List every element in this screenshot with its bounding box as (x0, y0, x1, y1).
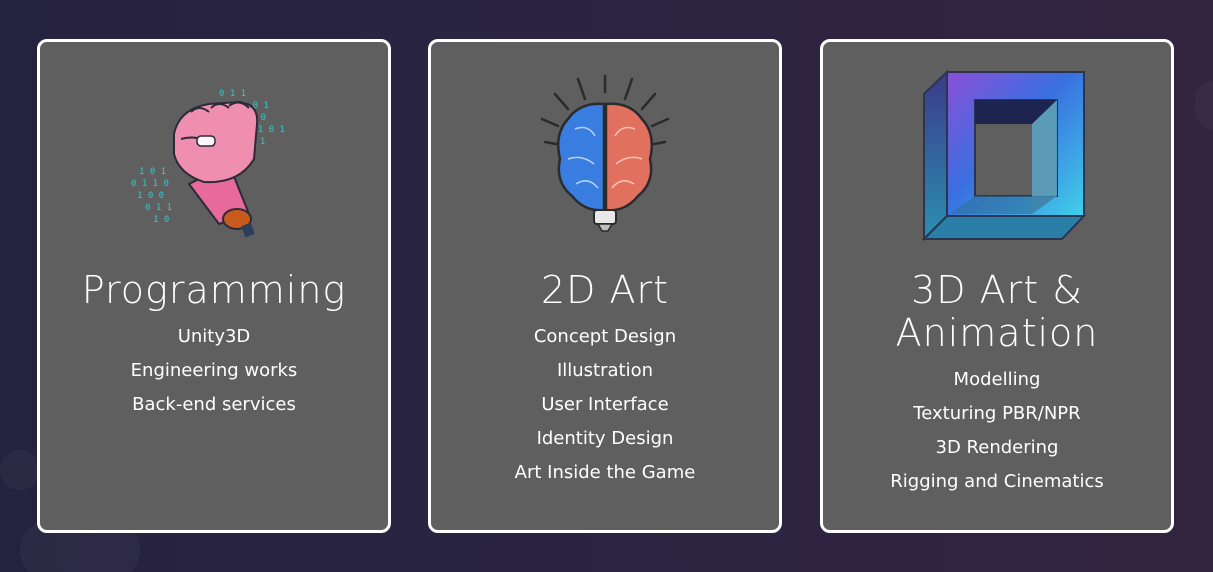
list-item: Back-end services (132, 394, 296, 415)
list-item: Engineering works (130, 360, 298, 381)
list-item: Illustration (556, 360, 654, 381)
background-shape (1195, 80, 1213, 130)
list-item: Concept Design (533, 326, 677, 347)
service-card-programming: 0 1 1 1 0 0 1 0 1 0 1 1 0 1 0 1 1 0 1 0 … (37, 39, 391, 533)
list-item: Texturing PBR/NPR (913, 403, 1081, 424)
svg-text:1 0: 1 0 (153, 215, 169, 225)
svg-text:0 1 1 0: 0 1 1 0 (131, 179, 169, 189)
list-item: User Interface (541, 394, 669, 415)
list-item: Art Inside the Game (514, 462, 696, 483)
list-item: Identity Design (536, 428, 674, 449)
list-item: Unity3D (177, 326, 251, 347)
fist-binary-code-icon: 0 1 1 1 0 0 1 0 1 0 1 1 0 1 0 1 1 0 1 0 … (119, 64, 309, 244)
service-list: Unity3D Engineering works Back-end servi… (131, 320, 298, 422)
background-shape (0, 450, 40, 490)
svg-text:1 0 0: 1 0 0 (137, 191, 164, 201)
svg-text:0 1 1: 0 1 1 (219, 89, 246, 99)
list-item: 3D Rendering (935, 437, 1059, 458)
list-item: Modelling (953, 369, 1041, 390)
list-item: Rigging and Cinematics (890, 471, 1104, 492)
service-card-3d-art: 3D Art & Animation Modelling Texturing P… (820, 39, 1174, 533)
svg-text:1 0 1: 1 0 1 (139, 167, 166, 177)
service-card-2d-art: 2D Art Concept Design Illustration User … (428, 39, 782, 533)
brain-lightbulb-icon (510, 64, 700, 244)
card-title: Programming (81, 268, 347, 312)
service-list: Concept Design Illustration User Interfa… (515, 320, 696, 490)
service-list: Modelling Texturing PBR/NPR 3D Rendering… (890, 363, 1103, 499)
svg-text:0 1 1: 0 1 1 (145, 203, 172, 213)
impossible-cube-frame-icon (902, 64, 1092, 244)
card-title: 2D Art (540, 268, 670, 312)
card-title: 3D Art & Animation (895, 268, 1099, 355)
